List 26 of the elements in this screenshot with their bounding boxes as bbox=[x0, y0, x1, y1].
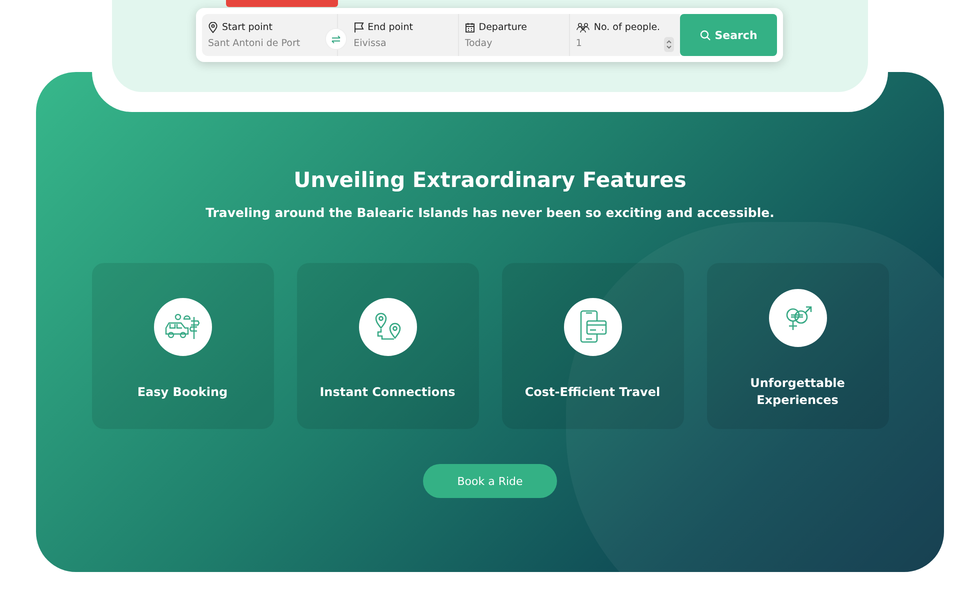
search-button[interactable]: Search bbox=[680, 14, 777, 56]
swap-arrows-icon bbox=[330, 34, 341, 44]
book-ride-button[interactable]: Book a Ride bbox=[423, 464, 557, 498]
date-field[interactable]: Today bbox=[464, 38, 563, 48]
location-pin-icon bbox=[208, 22, 218, 32]
search-icon bbox=[700, 30, 711, 40]
field-label: Start point bbox=[222, 22, 272, 32]
feature-title: Cost-Efficient Travel bbox=[524, 384, 662, 400]
section-title: Unveiling Extraordinary Features bbox=[294, 168, 686, 192]
flag-icon bbox=[354, 22, 364, 32]
people-icon bbox=[576, 22, 590, 32]
swap-button[interactable] bbox=[324, 28, 347, 50]
field-label: Departure bbox=[478, 22, 527, 32]
section-subtitle: Traveling around the Balearic Islands has never been so exciting and accessible. bbox=[206, 205, 774, 220]
feature-title: Easy Booking bbox=[136, 384, 229, 400]
calendar-icon bbox=[464, 22, 475, 32]
location-field[interactable]: Sant Antoni de Port bbox=[208, 38, 315, 48]
location-field[interactable]: Eivissa bbox=[354, 38, 452, 48]
feature-title: Unforgettable Experiences bbox=[749, 375, 846, 409]
car-signpost-icon bbox=[164, 312, 202, 342]
number-field[interactable]: 1 bbox=[576, 38, 656, 48]
phone-card-icon bbox=[578, 310, 606, 344]
field-label: End point bbox=[368, 22, 413, 32]
route-pins-icon bbox=[374, 310, 402, 342]
field-label: No. of people. bbox=[594, 22, 660, 32]
feature-title: Instant Connections bbox=[318, 384, 456, 400]
